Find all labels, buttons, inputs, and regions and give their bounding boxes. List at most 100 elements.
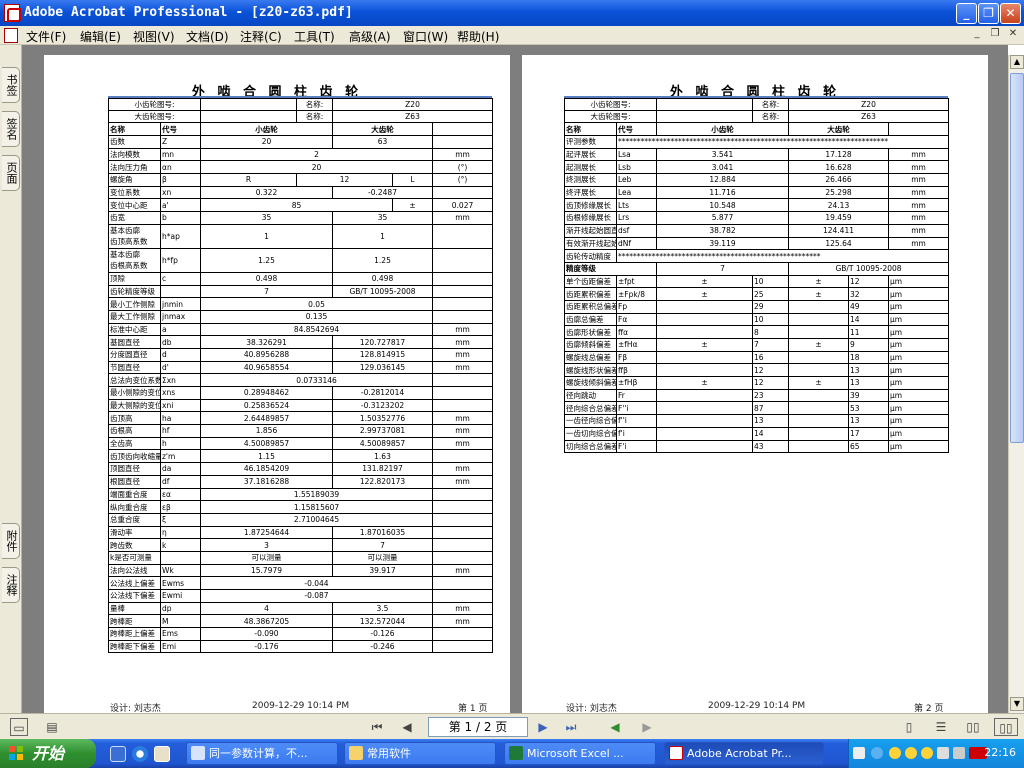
param-name: 滑动率: [108, 525, 161, 540]
deviation-name: 螺旋线倾斜偏差: [564, 376, 617, 390]
menu-help[interactable]: 帮助(H): [457, 28, 499, 45]
deviation-symbol: Fα: [616, 312, 657, 327]
param-name: 跨棒距: [108, 614, 161, 629]
doc-close-button[interactable]: ✕: [1006, 28, 1020, 42]
restore-button[interactable]: ❐: [978, 3, 999, 24]
param-name: 总重合度: [108, 512, 161, 527]
scroll-down-arrow-icon[interactable]: ▼: [1010, 697, 1024, 711]
menu-tools[interactable]: 工具(T): [294, 28, 335, 45]
document-icon[interactable]: [4, 28, 18, 43]
keyboard-icon[interactable]: [853, 747, 865, 759]
task-button-folder[interactable]: 常用软件: [344, 742, 496, 765]
task-button-acrobat[interactable]: Adobe Acrobat Pr...: [664, 742, 824, 765]
section-stars: ****************************************…: [615, 249, 950, 263]
show-desktop-icon[interactable]: [110, 746, 126, 762]
continuous-icon[interactable]: ☰: [932, 718, 950, 736]
table-row: 齿轮精度等级 7 GB/T 10095-2008: [108, 284, 494, 299]
param-name: 法向模数: [108, 147, 161, 162]
start-button[interactable]: 开始: [0, 739, 96, 768]
gear-value: 1.87016035: [332, 525, 433, 540]
unit: mm: [887, 236, 950, 251]
tab-comments[interactable]: 注释: [2, 567, 20, 603]
gear-value: -0.2487: [332, 185, 433, 200]
pinion-value: 1.15: [200, 449, 333, 464]
deviation-symbol: Fr: [616, 388, 657, 403]
title-bar[interactable]: Adobe Acrobat Professional - [z20-z63.pd…: [0, 0, 1024, 26]
gear-sign: [788, 439, 849, 454]
unit: [431, 297, 494, 311]
document-status-icon[interactable]: ▤: [44, 718, 60, 736]
tab-pages[interactable]: 页面: [2, 155, 20, 191]
vertical-scrollbar[interactable]: ▲ ▼: [1008, 55, 1024, 713]
minimize-button[interactable]: _: [956, 3, 977, 24]
name-value: Z20: [331, 98, 494, 111]
network-icon[interactable]: [953, 747, 965, 759]
deviation-row: 一齿径向综合偏差f''i1313μm: [564, 414, 950, 428]
pinion-value: 40.8956288: [200, 347, 333, 362]
first-page-icon[interactable]: ⏮: [368, 718, 386, 736]
gear-value: L: [392, 173, 433, 187]
document-area[interactable]: 外 啮 合 圆 柱 齿 轮 小齿轮图号: 名称: Z20 大齿轮图号: 名称: Z63 名称…: [22, 45, 1008, 715]
unit: [431, 576, 494, 590]
pinion-sign: [656, 299, 753, 314]
menu-view[interactable]: 视图(V): [133, 28, 175, 45]
qq-icon[interactable]: [889, 747, 901, 759]
menu-advanced[interactable]: 高级(A): [349, 28, 391, 45]
menu-comments[interactable]: 注释(C): [240, 28, 282, 45]
drawing-number-label: 小齿轮图号:: [564, 98, 657, 111]
gear-sign: ±: [788, 376, 849, 390]
qq-icon[interactable]: [921, 747, 933, 759]
pinion-deviation: 23: [752, 388, 789, 403]
menu-edit[interactable]: 编辑(E): [80, 28, 121, 45]
gear-value: 24.13: [788, 198, 889, 213]
param-symbol: xns: [160, 386, 201, 400]
tab-attachments[interactable]: 附件: [2, 523, 20, 559]
go-forward-icon[interactable]: ▶: [638, 718, 656, 736]
page-size-icon[interactable]: ▭: [10, 718, 28, 736]
column-header: 大齿轮: [788, 122, 889, 136]
table-row: 最小侧隙的变位系数xns0.28948462-0.2812014: [108, 386, 494, 400]
scroll-thumb[interactable]: [1010, 73, 1024, 443]
qq-icon[interactable]: [905, 747, 917, 759]
param-symbol: Σxn: [160, 373, 201, 387]
gear-value: 1.25: [332, 247, 433, 273]
scroll-up-arrow-icon[interactable]: ▲: [1010, 55, 1024, 69]
close-button[interactable]: ✕: [1000, 3, 1021, 24]
quick-launch-icon[interactable]: [154, 746, 170, 762]
unit: [431, 284, 494, 299]
param-symbol: Lea: [616, 185, 657, 200]
pinion-sign: [656, 350, 753, 365]
pinion-deviation: 7: [752, 338, 789, 352]
menu-window[interactable]: 窗口(W): [403, 28, 448, 45]
pinion-deviation: 10: [752, 312, 789, 327]
tab-signatures[interactable]: 签名: [2, 111, 20, 147]
param-name: 法向压力角: [108, 160, 161, 175]
continuous-facing-icon[interactable]: ▯▯: [994, 718, 1018, 736]
facing-icon[interactable]: ▯▯: [964, 718, 982, 736]
tab-bookmarks[interactable]: 书签: [2, 67, 20, 103]
task-button-excel[interactable]: Microsoft Excel ...: [504, 742, 656, 765]
task-button-browser[interactable]: 同一参数计算，不...: [186, 742, 338, 765]
tray-expand-icon[interactable]: [871, 747, 883, 759]
table-row: 终评展长 Lea 11.716 25.298 mm: [564, 185, 950, 200]
previous-page-icon[interactable]: ◀: [398, 718, 416, 736]
pinion-sign: ±: [656, 287, 753, 301]
last-page-icon[interactable]: ⏭: [562, 718, 580, 736]
gear-value: 131.82197: [332, 462, 433, 476]
gear-value: -0.2812014: [332, 386, 433, 400]
go-back-icon[interactable]: ◀: [606, 718, 624, 736]
page-number-field[interactable]: 第 1 / 2 页: [428, 717, 528, 737]
pinion-value: 可以测量: [200, 550, 333, 565]
doc-minimize-button[interactable]: _: [970, 28, 984, 42]
next-page-icon[interactable]: ▶: [534, 718, 552, 736]
internet-explorer-icon[interactable]: [132, 746, 148, 762]
single-page-icon[interactable]: ▯: [900, 718, 918, 736]
doc-restore-button[interactable]: ❐: [988, 28, 1002, 42]
deviation-symbol: ffβ: [616, 363, 657, 378]
section-row: 评测参数 ************************************…: [564, 135, 950, 149]
menu-file[interactable]: 文件(F): [26, 28, 66, 45]
table-row: 跨齿数 k 3 7: [108, 538, 494, 552]
menu-document[interactable]: 文档(D): [186, 28, 229, 45]
volume-icon[interactable]: [937, 747, 949, 759]
shared-value: 20: [200, 160, 433, 175]
